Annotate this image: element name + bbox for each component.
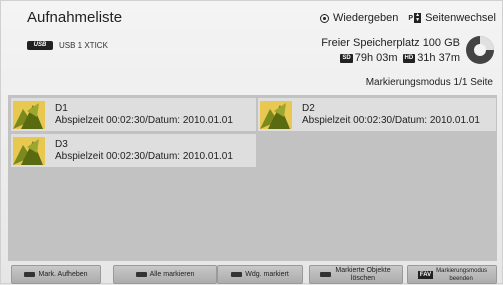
- play-hint: Wiedergeben: [332, 12, 399, 24]
- recording-name: D3: [55, 138, 68, 150]
- key-legend: Wiedergeben P ▲ ▼ Seitenwechsel: [319, 12, 496, 24]
- page-key-icon: P ▲ ▼: [408, 12, 422, 23]
- recording-name: D2: [302, 102, 315, 114]
- thumbnail-image: [13, 136, 45, 165]
- recording-info: Abspielzeit 00:02:30/Datum: 2010.01.01: [302, 114, 480, 126]
- page-change-hint: Seitenwechsel: [425, 12, 496, 24]
- list-item[interactable]: D3 Abspielzeit 00:02:30/Datum: 2010.01.0…: [11, 134, 256, 167]
- page-title: Aufnahmeliste: [27, 9, 123, 26]
- free-space-label: Freier Speicherplatz 100 GB: [321, 37, 460, 49]
- ok-button-icon: [319, 13, 329, 23]
- thumbnail-image: [13, 100, 45, 129]
- green-key-icon: [135, 272, 147, 277]
- hd-time: 31h 37m: [417, 52, 460, 64]
- list-item[interactable]: D2 Abspielzeit 00:02:30/Datum: 2010.01.0…: [258, 98, 496, 131]
- recording-list-screen: Aufnahmeliste USB USB 1 XTICK Wiedergebe…: [0, 0, 503, 284]
- blue-key-icon: [320, 272, 331, 277]
- sd-badge: SD: [340, 54, 353, 63]
- hd-badge: HD: [402, 54, 416, 63]
- storage-device: USB USB 1 XTICK: [27, 41, 108, 50]
- exit-mark-mode-button[interactable]: FAV Markierungsmodus beenden: [407, 265, 497, 284]
- thumbnail-image: [260, 100, 292, 129]
- fav-key-icon: FAV: [417, 270, 434, 279]
- mark-mode-label: Markierungsmodus 1/1 Seite: [365, 77, 493, 88]
- device-label: USB 1 XTICK: [59, 41, 108, 50]
- recording-list: D1 Abspielzeit 00:02:30/Datum: 2010.01.0…: [8, 95, 497, 261]
- unmark-button[interactable]: Mark. Aufheben: [11, 265, 101, 284]
- yellow-key-icon: [231, 272, 243, 277]
- list-item[interactable]: D1 Abspielzeit 00:02:30/Datum: 2010.01.0…: [11, 98, 256, 131]
- usb-icon: USB: [27, 41, 53, 50]
- recording-info: Abspielzeit 00:02:30/Datum: 2010.01.01: [55, 114, 233, 126]
- red-key-icon: [24, 272, 36, 277]
- play-marked-button[interactable]: Wdg. markiert: [217, 265, 303, 284]
- delete-marked-button[interactable]: Markierte Objekte löschen: [309, 265, 403, 284]
- disc-usage-icon: [466, 36, 494, 64]
- footer-bar: Mark. Aufheben Alle markieren Wdg. marki…: [1, 263, 503, 285]
- recording-info: Abspielzeit 00:02:30/Datum: 2010.01.01: [55, 150, 233, 162]
- storage-info: Freier Speicherplatz 100 GB SD 79h 03m H…: [321, 36, 460, 66]
- sd-time: 79h 03m: [354, 52, 398, 64]
- recording-name: D1: [55, 102, 68, 114]
- mark-all-button[interactable]: Alle markieren: [113, 265, 217, 284]
